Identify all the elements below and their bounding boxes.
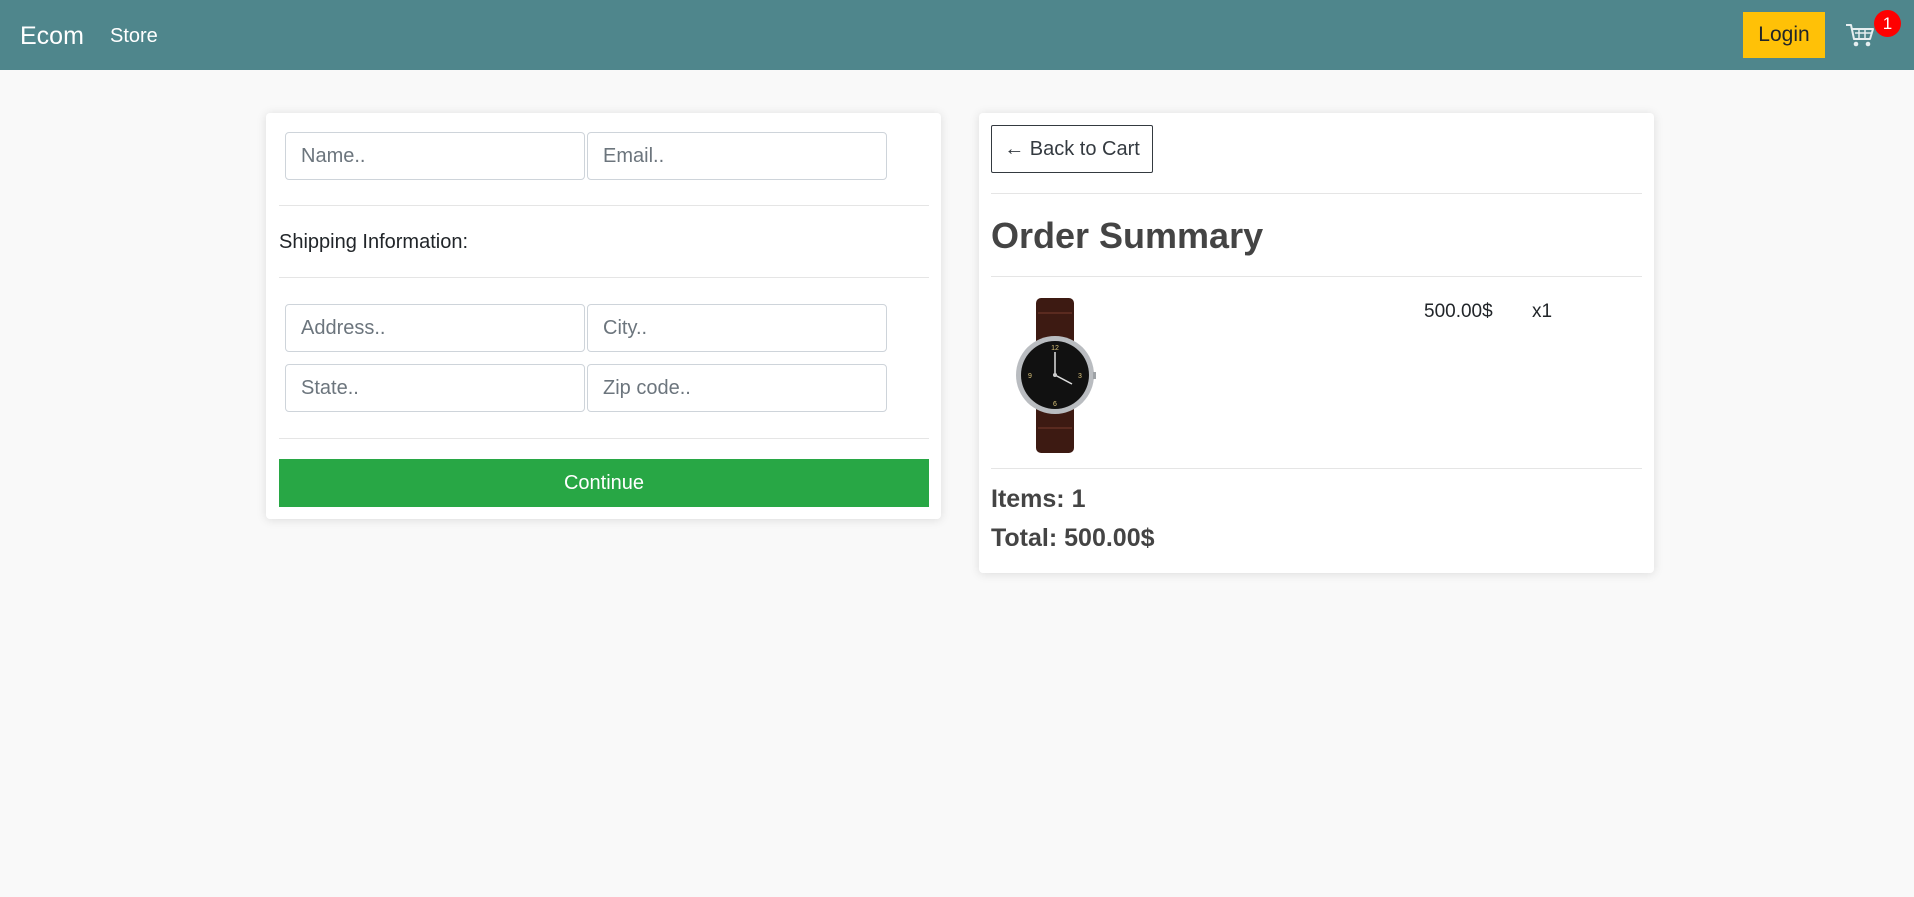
shipping-info-label: Shipping Information: [279,231,469,253]
email-input[interactable] [587,132,887,180]
item-quantity: x1 [1532,301,1553,322]
order-summary-title: Order Summary [991,215,1264,256]
order-total: Total: 500.00$ [991,524,1155,552]
svg-text:6: 6 [1053,401,1057,408]
cart-icon[interactable] [1845,22,1875,48]
svg-text:9: 9 [1028,373,1032,380]
name-input[interactable] [285,132,585,180]
divider [991,468,1642,469]
svg-text:12: 12 [1051,345,1059,352]
divider [991,193,1642,194]
checkout-form-card: Shipping Information: Continue [266,113,941,519]
items-count: Items: 1 [991,485,1086,513]
order-summary-card: ← Back to Cart Order Summary 12 3 6 9 50… [979,113,1654,573]
svg-text:3: 3 [1078,373,1082,380]
state-input[interactable] [285,364,585,412]
address-input[interactable] [285,304,585,352]
item-price: 500.00$ [1424,301,1493,322]
login-button[interactable]: Login [1743,12,1825,58]
navbar: Ecom Store Login 1 [0,0,1914,70]
divider [991,276,1642,277]
brand-logo[interactable]: Ecom [20,20,84,52]
city-input[interactable] [587,304,887,352]
store-link[interactable]: Store [110,24,158,48]
watch-image: 12 3 6 9 [1016,298,1096,453]
cart-count-badge: 1 [1874,10,1901,37]
divider [279,205,929,206]
zip-code-input[interactable] [587,364,887,412]
divider [279,277,929,278]
divider [279,438,929,439]
continue-button[interactable]: Continue [279,459,929,507]
back-to-cart-button[interactable]: ← Back to Cart [991,125,1153,173]
